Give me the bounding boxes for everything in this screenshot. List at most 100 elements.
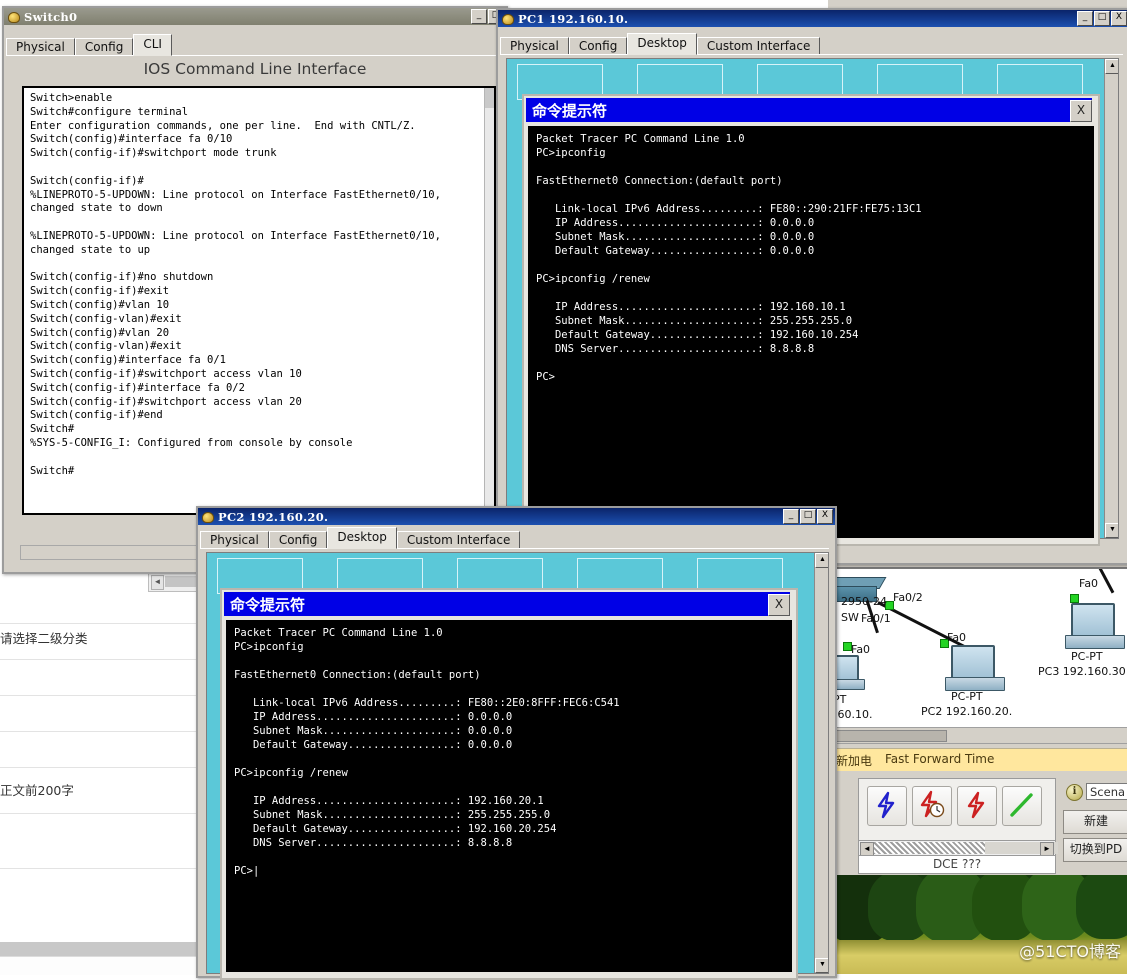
pc3-icon[interactable] [1065, 603, 1125, 649]
webpage-row [0, 813, 205, 869]
webpage-row [0, 868, 205, 943]
pc2-name-label: PC2 192.160.20. [921, 705, 1013, 718]
link-status-dot [1070, 594, 1079, 603]
cli-output-box[interactable]: Switch>enable Switch#configure terminal … [22, 86, 496, 515]
scroll-right-arrow-icon[interactable]: ► [1040, 842, 1054, 856]
tab-physical[interactable]: Physical [200, 531, 269, 549]
toggle-pdu-list-button[interactable]: 切换到PD [1063, 838, 1127, 862]
tab-desktop[interactable]: Desktop [627, 33, 697, 55]
scroll-left-arrow-icon[interactable]: ◄ [151, 575, 164, 590]
pc1-desktop-vscrollbar[interactable]: ▲ ▼ [1104, 59, 1118, 538]
window-controls[interactable]: _ □ X [1077, 11, 1127, 26]
tab-physical[interactable]: Physical [6, 38, 75, 56]
tab-config[interactable]: Config [568, 37, 628, 55]
category-select-label: 请选择二级分类 [0, 631, 88, 646]
close-button[interactable]: X [1111, 11, 1127, 26]
fast-forward-time-label[interactable]: Fast Forward Time [885, 752, 994, 766]
tab-physical[interactable]: Physical [500, 37, 569, 55]
tabstrip-underline [200, 548, 829, 549]
minimize-button[interactable]: _ [471, 9, 487, 24]
realtime-bar: 新加电 Fast Forward Time [832, 748, 1127, 771]
maximize-button[interactable]: □ [1094, 11, 1110, 26]
link-switch-pc3[interactable] [1096, 569, 1115, 594]
delete-pdu-button[interactable] [957, 786, 997, 826]
pc2-command-prompt-title: 命令提示符 [230, 595, 306, 614]
switch-model-label: 2950-24 [841, 595, 887, 608]
cli-output-text: Switch>enable Switch#configure terminal … [30, 92, 441, 477]
minimize-button[interactable]: _ [783, 509, 799, 524]
pc2-titlebar[interactable]: PC2 192.160.20. _ □ X [198, 508, 835, 525]
close-button[interactable]: X [817, 509, 833, 524]
pc2-command-prompt-titlebar[interactable]: 命令提示符 [224, 592, 790, 616]
pc1-window[interactable]: PC1 192.160.10. _ □ X Physical Config De… [496, 8, 1127, 565]
pc1-titlebar[interactable]: PC1 192.160.10. _ □ X [498, 10, 1127, 27]
dce-status-label: DCE ??? [858, 855, 1056, 874]
packet-tracer-icon [201, 511, 214, 523]
tab-cli[interactable]: CLI [133, 34, 172, 56]
topology-workspace[interactable]: 2950-24 SW Fa0/2 Fa0/1 Fa0 Fa0 Fa0 -PT .… [832, 567, 1127, 740]
minimize-button[interactable]: _ [1077, 11, 1093, 26]
scenario-select[interactable]: Scena [1086, 783, 1127, 800]
port-label-fa02: Fa0/2 [893, 591, 923, 604]
pc1-name-label: .160.10. [833, 708, 873, 721]
tab-desktop[interactable]: Desktop [327, 527, 397, 549]
add-simple-pdu-button[interactable] [867, 786, 907, 826]
pc2-window[interactable]: PC2 192.160.20. _ □ X Physical Config De… [196, 506, 837, 980]
line-tool-button[interactable] [1002, 786, 1042, 826]
scroll-down-arrow-icon[interactable]: ▼ [815, 958, 828, 973]
watermark-label: @51CTO博客 [1019, 942, 1121, 961]
pc2-tabstrip[interactable]: Physical Config Desktop Custom Interface [200, 527, 521, 549]
new-scenario-button[interactable]: 新建 [1063, 810, 1127, 834]
pc2-command-prompt-text: Packet Tracer PC Command Line 1.0 PC>ipc… [234, 627, 620, 877]
pc2-desktop-vscrollbar[interactable]: ▲ ▼ [814, 553, 828, 973]
window-controls[interactable]: _ □ X [783, 509, 833, 524]
scroll-left-arrow-icon[interactable]: ◄ [860, 842, 874, 856]
tab-custom-interface[interactable]: Custom Interface [396, 531, 521, 549]
tab-custom-interface[interactable]: Custom Interface [696, 37, 821, 55]
pc1-command-prompt-text: Packet Tracer PC Command Line 1.0 PC>ipc… [536, 133, 922, 383]
scroll-thumb[interactable] [835, 730, 947, 742]
port-label-pc2-fa0: Fa0 [947, 631, 967, 644]
pc3-name-label: PC3 192.160.30 [1038, 665, 1126, 678]
scroll-thumb[interactable] [485, 88, 494, 108]
scroll-down-arrow-icon[interactable]: ▼ [1105, 523, 1118, 538]
tabstrip-underline [500, 54, 1123, 55]
add-complex-pdu-button[interactable] [912, 786, 952, 826]
webpage-row [0, 731, 205, 768]
pc3-model-label: PC-PT [1071, 650, 1103, 663]
pc1-command-prompt-output[interactable]: Packet Tracer PC Command Line 1.0 PC>ipc… [528, 126, 1094, 538]
desktop-wallpaper: @51CTO博客 [832, 875, 1127, 974]
webpage-footer [0, 956, 205, 975]
pdu-tool-panel [858, 778, 1056, 848]
port-label-pc3-fa0: Fa0 [1079, 577, 1099, 590]
webpage-row [0, 588, 205, 624]
tab-config[interactable]: Config [268, 531, 328, 549]
pc2-command-prompt-window[interactable]: 命令提示符 X Packet Tracer PC Command Line 1.… [220, 588, 798, 980]
switch0-titlebar[interactable]: Switch0 _ □ [4, 8, 506, 25]
workspace-hscrollbar[interactable] [832, 727, 1127, 744]
pc1-command-prompt-window[interactable]: 命令提示符 X Packet Tracer PC Command Line 1.… [522, 94, 1100, 546]
packet-tracer-icon [7, 11, 20, 23]
pc1-command-prompt-titlebar[interactable]: 命令提示符 [526, 98, 1092, 122]
webpage-footer-bar [0, 942, 205, 956]
switch-name-label: SW [841, 611, 859, 624]
scroll-up-arrow-icon[interactable]: ▲ [1105, 59, 1118, 74]
realtime-label-cn: 新加电 [836, 754, 873, 768]
switch0-tabstrip[interactable]: Physical Config CLI [6, 34, 172, 56]
pc2-icon[interactable] [945, 645, 1005, 691]
cli-vscrollbar[interactable] [484, 88, 494, 513]
packet-tracer-icon [501, 13, 514, 25]
tab-config[interactable]: Config [74, 38, 134, 56]
pc2-command-prompt-output[interactable]: Packet Tracer PC Command Line 1.0 PC>ipc… [226, 620, 792, 972]
pc1-command-prompt-close-button[interactable]: X [1070, 100, 1092, 122]
info-icon[interactable]: i [1066, 784, 1083, 801]
port-label-fa01: Fa0/1 [861, 612, 891, 625]
cli-heading: IOS Command Line Interface [143, 60, 367, 78]
pc2-command-prompt-close-button[interactable]: X [768, 594, 790, 616]
switch0-window[interactable]: Switch0 _ □ Physical Config CLI IOS Comm… [2, 6, 508, 574]
pc2-model-label: PC-PT [951, 690, 983, 703]
scroll-up-arrow-icon[interactable]: ▲ [815, 553, 828, 568]
pc1-tabstrip[interactable]: Physical Config Desktop Custom Interface [500, 33, 821, 55]
pc2-title: PC2 192.160.20. [218, 509, 329, 524]
maximize-button[interactable]: □ [800, 509, 816, 524]
